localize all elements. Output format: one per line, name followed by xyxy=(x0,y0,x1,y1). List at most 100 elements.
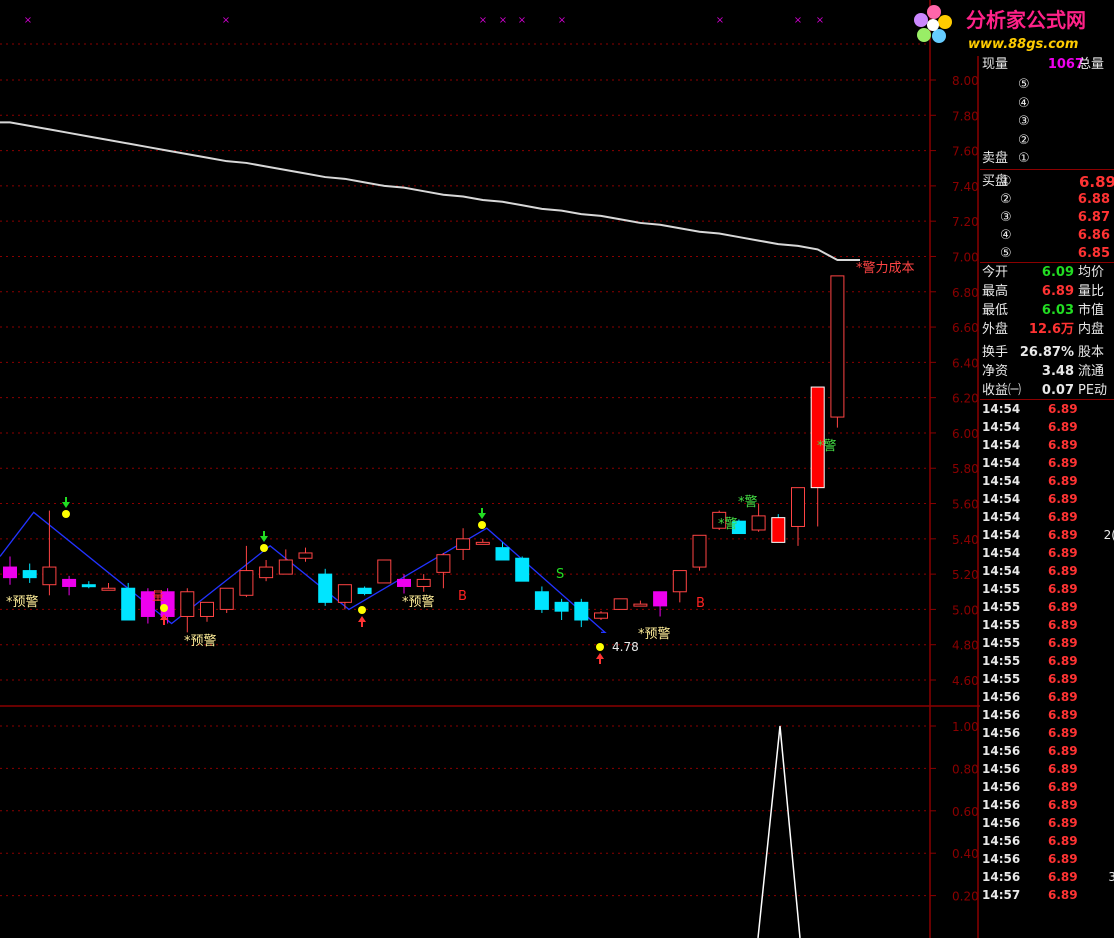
tick-price: 6.89 xyxy=(1048,618,1078,632)
tick-time: 14:54 xyxy=(982,474,1021,488)
tick-row: 14:54 6.89 2( xyxy=(980,526,1114,544)
stat-value: 3.48 xyxy=(1041,364,1074,379)
indicator-tick-label: 0.80 xyxy=(952,762,979,776)
candle-body xyxy=(436,554,451,573)
price-tick-label: 8.00 xyxy=(952,74,979,88)
candle-body xyxy=(574,601,589,621)
down-arrow-icon xyxy=(260,531,268,542)
low-value-label: 4.78 xyxy=(612,640,639,654)
moving-average-line xyxy=(0,121,860,261)
quote-panel: 现量 1067 总量 ⑤ ④ ③ ② ① 卖盘 买盘 ① 6.89 ② 6.88 ③ 6.87 ④ 6.8… xyxy=(980,56,1114,938)
candle-body xyxy=(259,566,274,579)
candle-body xyxy=(180,591,195,617)
buy-level-row: ③ 6.87 xyxy=(980,209,1114,227)
candle xyxy=(515,556,530,582)
kline-chart[interactable]: 8.00 7.80 7.60 7.40 7.20 7.00 6.80 6.60 6.40 6.20… xyxy=(0,0,980,938)
candle xyxy=(298,547,313,562)
tick-time: 14:57 xyxy=(982,888,1021,902)
candle xyxy=(475,538,490,545)
tick-price: 6.89 xyxy=(1048,672,1078,686)
candle-body xyxy=(81,584,96,588)
tick-price: 6.89 xyxy=(1048,492,1078,506)
buy-level-price: 6.87 xyxy=(1077,210,1110,225)
candle xyxy=(495,542,510,561)
stat-label-2: PE动 xyxy=(1078,383,1108,398)
tick-time: 14:56 xyxy=(982,870,1021,884)
candle xyxy=(278,549,293,575)
candle xyxy=(121,582,136,621)
buy-level-price: 6.88 xyxy=(1077,192,1110,207)
tick-time: 14:55 xyxy=(982,582,1021,596)
stat-label-2: 股本 xyxy=(1078,345,1105,360)
tick-row: 14:56 6.89 xyxy=(980,724,1114,742)
candle-body xyxy=(594,612,608,619)
stat-row: 净资 3.48 流通 xyxy=(980,363,1114,381)
price-tick-label: 7.20 xyxy=(952,215,979,229)
indicator-tick-label: 0.60 xyxy=(952,805,979,819)
candle-body xyxy=(219,587,234,610)
stat-label: 净资 xyxy=(982,364,1009,379)
tick-price: 6.89 xyxy=(1048,636,1078,650)
stat-label-2: 市值 xyxy=(1078,303,1105,318)
top-marker: × xyxy=(499,15,507,26)
tick-price: 6.89 xyxy=(1048,510,1078,524)
buy-level-row: ⑤ 6.85 xyxy=(980,245,1114,263)
candle xyxy=(3,556,17,585)
tick-time: 14:56 xyxy=(982,798,1021,812)
candle xyxy=(594,611,608,620)
buy-label: B xyxy=(458,589,467,604)
candle xyxy=(613,598,628,610)
tick-price: 6.89 xyxy=(1048,402,1078,416)
sell-level-row: ③ xyxy=(980,113,1114,131)
candle-body xyxy=(298,552,313,559)
candle-body xyxy=(810,386,825,489)
candle xyxy=(259,560,274,582)
tick-row: 14:56 6.89 xyxy=(980,778,1114,796)
stat-label: 今开 xyxy=(982,265,1009,280)
candle xyxy=(357,586,372,596)
candle-body xyxy=(377,559,392,584)
price-tick-label: 5.00 xyxy=(952,603,979,617)
candle xyxy=(22,563,37,583)
candle-body xyxy=(357,587,372,595)
tick-row: 14:54 6.89 xyxy=(980,562,1114,580)
signal-dot xyxy=(596,643,604,651)
tick-price: 6.89 xyxy=(1048,690,1078,704)
alert-label: *警 xyxy=(718,516,738,532)
candle-body xyxy=(22,570,37,579)
tick-price: 6.89 xyxy=(1048,582,1078,596)
tick-row: 14:55 6.89 xyxy=(980,652,1114,670)
alert-label: *警 xyxy=(738,494,758,510)
candle xyxy=(180,588,195,633)
logo-title: 分析家公式网 xyxy=(966,8,1086,32)
stat-label-2: 量比 xyxy=(1078,284,1105,299)
tick-time: 14:56 xyxy=(982,690,1021,704)
tick-row: 14:57 6.89 xyxy=(980,886,1114,904)
candle-body xyxy=(337,584,352,603)
candle xyxy=(62,575,77,596)
candle xyxy=(653,591,668,617)
candle xyxy=(397,574,411,594)
buy-level-row: ④ 6.86 xyxy=(980,227,1114,245)
alert-label: *警 xyxy=(817,438,837,454)
tick-time: 14:55 xyxy=(982,618,1021,632)
warn-label: *预警 xyxy=(184,633,217,649)
tick-price: 6.89 xyxy=(1048,780,1078,794)
stat-value: 26.87% xyxy=(1019,345,1074,360)
candle xyxy=(534,586,549,613)
signal-dot xyxy=(358,606,366,614)
signal-dot xyxy=(478,521,486,529)
candle xyxy=(81,581,96,589)
candle-body xyxy=(554,601,569,612)
tick-row: 14:56 6.89 xyxy=(980,832,1114,850)
zigzag-line xyxy=(0,511,607,634)
price-tick-label: 7.00 xyxy=(952,250,979,264)
candle xyxy=(771,514,786,543)
price-tick-label: 7.80 xyxy=(952,109,979,123)
candle xyxy=(200,601,214,622)
candle xyxy=(554,598,569,620)
top-marker: × xyxy=(558,15,566,26)
tick-price: 6.89 xyxy=(1048,762,1078,776)
tick-row: 14:55 6.89 xyxy=(980,598,1114,616)
stat-label: 收益㈠ xyxy=(982,383,1022,398)
